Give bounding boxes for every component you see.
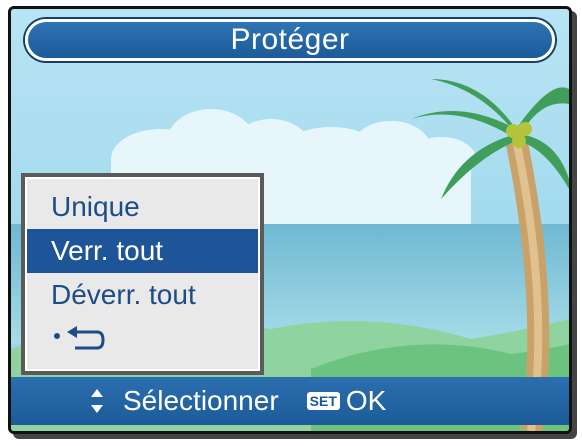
up-down-arrows-icon — [89, 387, 105, 415]
protect-menu: Unique Verr. tout Déverr. tout — [21, 173, 264, 375]
page-title: Protéger — [230, 23, 350, 56]
return-arrow-icon — [51, 324, 105, 354]
footer-hint-bar: Sélectionner SET OK — [11, 377, 569, 425]
menu-item-unique[interactable]: Unique — [27, 185, 258, 229]
camera-lcd-screen: Protéger Unique Verr. tout Déverr. tout — [8, 6, 572, 434]
select-hint: Sélectionner — [123, 385, 279, 416]
set-button-icon: SET — [306, 392, 340, 410]
menu-item-unlock-all[interactable]: Déverr. tout — [27, 273, 258, 317]
ok-hint: OK — [345, 385, 387, 416]
menu-item-back[interactable] — [27, 317, 258, 361]
menu-item-lock-all[interactable]: Verr. tout — [27, 229, 258, 273]
menu-item-label: Verr. tout — [51, 235, 164, 266]
title-bar: Protéger — [25, 19, 555, 61]
menu-item-label: Unique — [51, 191, 140, 222]
menu-item-label: Déverr. tout — [51, 279, 196, 310]
